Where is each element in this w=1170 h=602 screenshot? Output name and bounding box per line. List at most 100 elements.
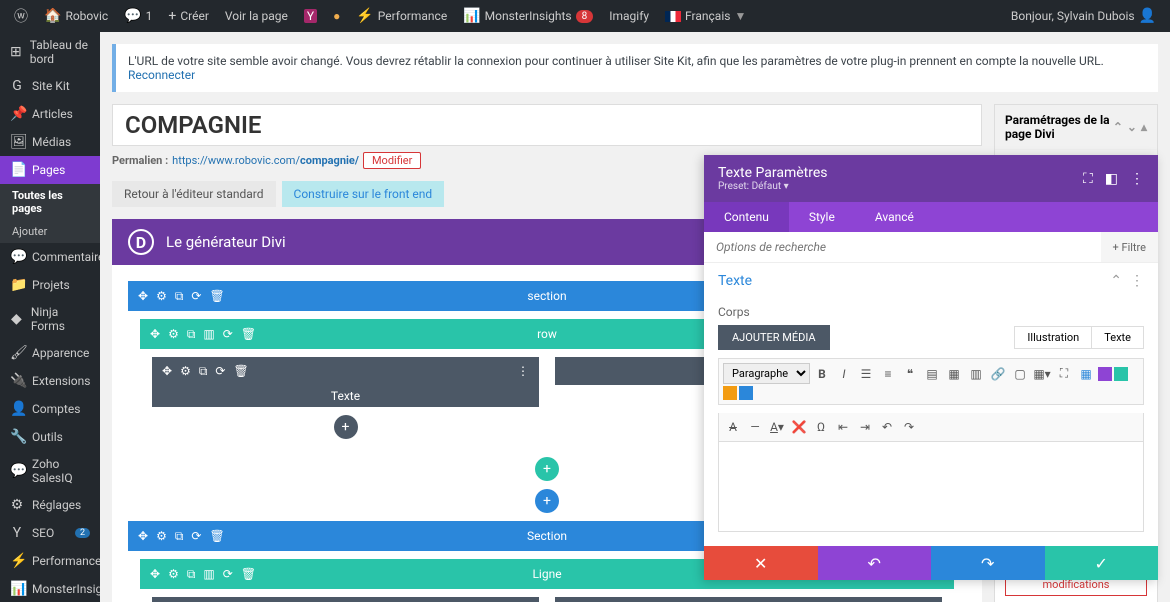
module-text2[interactable]: ✥ ⚙ ⧉ ⟳ 🗑 ⋮: [555, 597, 942, 602]
redo-button[interactable]: ↷: [931, 546, 1045, 580]
module-menu[interactable]: ⋮: [507, 364, 539, 378]
toggle-icon[interactable]: ▴: [1141, 120, 1147, 134]
module-image[interactable]: ✥ ⚙ ⧉ ⟳ 🗑 Image ⋮: [152, 597, 539, 602]
sidebar-item-zoho[interactable]: 💬Zoho SalesIQ: [0, 451, 100, 491]
save-icon[interactable]: ⟳: [223, 567, 233, 582]
text-tab[interactable]: Texte: [1091, 326, 1144, 349]
status-dot[interactable]: ●: [327, 9, 346, 23]
sidebar-sub-add[interactable]: Ajouter: [0, 220, 100, 243]
sidebar-item-performance[interactable]: ⚡Performance: [0, 547, 100, 575]
modal-filter-button[interactable]: + Filtre: [1101, 232, 1158, 262]
toolbar-toggle-button[interactable]: ▦: [1076, 364, 1096, 384]
page-title-input[interactable]: [112, 104, 982, 146]
ol-button[interactable]: ≡: [878, 364, 898, 384]
monsterinsights-menu[interactable]: 📊MonsterInsights8: [457, 8, 599, 24]
tab-advanced[interactable]: Avancé: [855, 202, 934, 232]
sidebar-item-seo[interactable]: YSEO2: [0, 519, 100, 547]
hr-button[interactable]: —: [745, 417, 765, 437]
permalink-url[interactable]: https://www.robovic.com/compagnie/: [172, 154, 359, 167]
tab-style[interactable]: Style: [789, 202, 855, 232]
wysiwyg-content[interactable]: [718, 442, 1144, 532]
sidebar-item-posts[interactable]: 📌Articles: [0, 100, 100, 128]
move-icon[interactable]: ✥: [162, 364, 172, 379]
wp-logo[interactable]: ⓦ: [8, 6, 34, 26]
sidebar-item-media[interactable]: 🖼Médias: [0, 128, 100, 156]
color4-button[interactable]: [739, 386, 753, 400]
columns-icon[interactable]: ▥: [203, 327, 214, 342]
add-module-button[interactable]: +: [334, 415, 358, 439]
redo-button[interactable]: ↷: [899, 417, 919, 437]
cancel-button[interactable]: ✕: [704, 546, 818, 580]
comments-count[interactable]: 💬1: [118, 8, 158, 24]
format-select[interactable]: Paragraphe: [723, 363, 810, 384]
site-name[interactable]: 🏠Robovic: [38, 8, 114, 24]
trash-icon[interactable]: 🗑: [241, 327, 256, 342]
gear-icon[interactable]: ⚙: [180, 364, 191, 379]
align-right-button[interactable]: ▥: [966, 364, 986, 384]
sidebar-item-tools[interactable]: 🔧Outils: [0, 423, 100, 451]
visual-tab[interactable]: Illustration: [1014, 326, 1091, 349]
bold-button[interactable]: B: [812, 364, 832, 384]
sidebar-item-pages[interactable]: 📄Pages: [0, 156, 100, 184]
save-icon[interactable]: ⟳: [191, 289, 201, 304]
gear-icon[interactable]: ⚙: [156, 529, 167, 544]
user-greeting[interactable]: Bonjour, Sylvain Dubois👤: [1005, 8, 1162, 24]
menu-icon[interactable]: ⋮: [1130, 171, 1144, 187]
indent-button[interactable]: ⇥: [855, 417, 875, 437]
save-icon[interactable]: ⟳: [191, 529, 201, 544]
fullscreen-button[interactable]: ⛶: [1054, 364, 1074, 384]
table-button[interactable]: ▦▾: [1032, 364, 1052, 384]
trash-icon[interactable]: 🗑: [209, 529, 224, 544]
link-button[interactable]: 🔗: [988, 364, 1008, 384]
up-icon[interactable]: ⌃: [1113, 120, 1123, 134]
return-standard-button[interactable]: Retour à l'éditeur standard: [112, 181, 276, 207]
imagify-menu[interactable]: Imagify: [603, 9, 655, 23]
sidebar-item-plugins[interactable]: 🔌Extensions: [0, 367, 100, 395]
snap-icon[interactable]: ◧: [1105, 171, 1118, 187]
quote-button[interactable]: ❝: [900, 364, 920, 384]
build-frontend-button[interactable]: Construire sur le front end: [282, 181, 445, 207]
gear-icon[interactable]: ⚙: [156, 289, 167, 304]
sidebar-item-projects[interactable]: 📁Projets: [0, 271, 100, 299]
textcolor-button[interactable]: A▾: [767, 417, 787, 437]
add-row-button[interactable]: +: [535, 457, 559, 481]
trash-icon[interactable]: 🗑: [241, 567, 256, 582]
move-icon[interactable]: ✥: [150, 327, 160, 342]
align-center-button[interactable]: ▦: [944, 364, 964, 384]
clone-icon[interactable]: ⧉: [187, 327, 196, 342]
columns-icon[interactable]: ▥: [203, 567, 214, 582]
color1-button[interactable]: [1098, 367, 1112, 381]
trash-icon[interactable]: 🗑: [209, 289, 224, 304]
save-button[interactable]: ✓: [1045, 546, 1159, 580]
gear-icon[interactable]: ⚙: [168, 567, 179, 582]
clear-button[interactable]: ❌: [789, 417, 809, 437]
more-button[interactable]: ▢: [1010, 364, 1030, 384]
modal-search-input[interactable]: [704, 232, 1101, 262]
strike-button[interactable]: A: [723, 417, 743, 437]
sidebar-item-users[interactable]: 👤Comptes: [0, 395, 100, 423]
save-icon[interactable]: ⟳: [215, 364, 225, 379]
char-button[interactable]: Ω: [811, 417, 831, 437]
move-icon[interactable]: ✥: [150, 567, 160, 582]
view-page[interactable]: Voir la page: [219, 9, 294, 23]
undo-button[interactable]: ↶: [877, 417, 897, 437]
clone-icon[interactable]: ⧉: [187, 567, 196, 582]
clone-icon[interactable]: ⧉: [175, 289, 184, 304]
sidebar-item-settings[interactable]: ⚙Réglages: [0, 491, 100, 519]
italic-button[interactable]: I: [834, 364, 854, 384]
align-left-button[interactable]: ▤: [922, 364, 942, 384]
collapse-icon[interactable]: ⌃: [1110, 273, 1122, 289]
expand-icon[interactable]: ⛶: [1083, 171, 1093, 187]
language-switcher[interactable]: Français▼: [659, 9, 752, 23]
sidebar-item-comments[interactable]: 💬Commentaires1: [0, 243, 100, 271]
sidebar-item-dashboard[interactable]: ⊞Tableau de bord: [0, 32, 100, 72]
yoast-icon[interactable]: Y: [298, 9, 323, 23]
sidebar-sub-all-pages[interactable]: Toutes les pages: [0, 184, 100, 220]
section-menu-icon[interactable]: ⋮: [1130, 273, 1144, 289]
save-icon[interactable]: ⟳: [223, 327, 233, 342]
reconnect-link[interactable]: Reconnecter: [128, 68, 195, 82]
ul-button[interactable]: ☰: [856, 364, 876, 384]
performance-menu[interactable]: ⚡Performance: [350, 8, 453, 24]
add-section-button[interactable]: +: [535, 489, 559, 513]
new-content[interactable]: +Créer: [162, 8, 215, 24]
